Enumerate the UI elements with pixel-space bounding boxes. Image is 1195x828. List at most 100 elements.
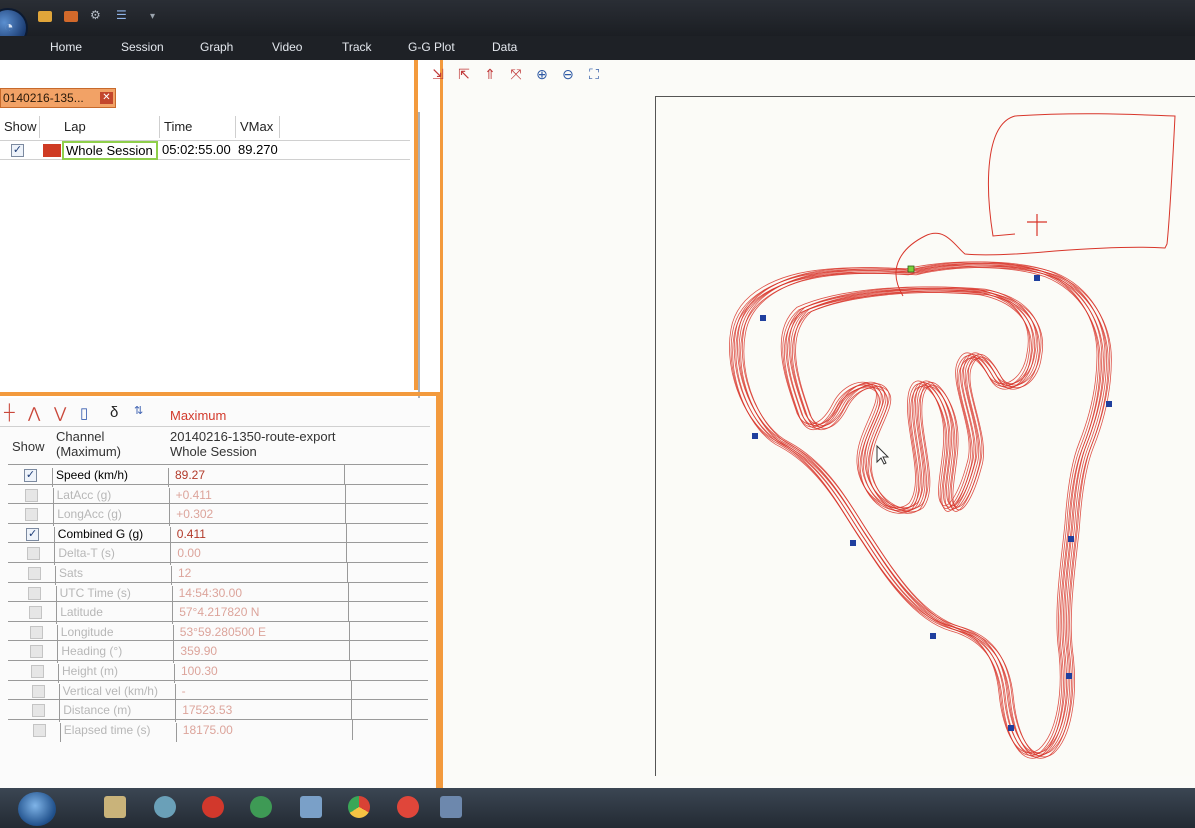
split-marker[interactable]	[1106, 401, 1112, 407]
channel-show-checkbox[interactable]	[29, 625, 43, 639]
zoom-out-icon[interactable]: ⊖	[559, 66, 577, 84]
session-tab[interactable]: 0140216-135... ✕	[0, 88, 116, 108]
channel-row-divider	[347, 582, 349, 603]
laps-col-lap[interactable]: Lap	[60, 116, 160, 138]
tab-graph[interactable]: Graph	[200, 40, 233, 54]
statistic-mode-label[interactable]: Maximum	[170, 408, 226, 423]
split-marker[interactable]	[1008, 725, 1014, 731]
channel-show-checkbox[interactable]	[25, 508, 39, 522]
tab-track[interactable]: Track	[342, 40, 372, 54]
channel-row[interactable]: ✓ Speed (km/h) 89.27	[8, 464, 428, 487]
channel-show-checkbox[interactable]	[26, 547, 40, 561]
channel-show-checkbox[interactable]: ✓	[24, 469, 37, 482]
zoom-in-icon[interactable]: ⊕	[533, 66, 551, 84]
channel-show-checkbox[interactable]	[27, 567, 41, 580]
delta-icon[interactable]: δ	[110, 404, 118, 421]
max-icon[interactable]: ⋀	[28, 404, 40, 422]
split-marker[interactable]	[1034, 275, 1040, 281]
chrome-icon[interactable]	[348, 796, 370, 818]
channel-row[interactable]: Vertical vel (km/h) -	[8, 679, 428, 703]
channel-row[interactable]: LatAcc (g) +0.411	[8, 483, 428, 507]
explorer-icon[interactable]	[104, 796, 126, 818]
close-icon[interactable]: ✕	[100, 92, 113, 104]
lap-vmax: 89.270	[238, 142, 278, 157]
split-marker[interactable]	[850, 540, 856, 546]
range-icon[interactable]: ▯	[80, 404, 88, 422]
split-right-icon[interactable]: ⇱	[455, 66, 473, 84]
open-folder-icon[interactable]	[38, 11, 52, 22]
channel-show-checkbox[interactable]	[31, 665, 44, 678]
laps-col-vmax[interactable]: VMax	[236, 116, 280, 138]
track-map[interactable]	[655, 96, 1195, 776]
customize-toolbar-icon[interactable]: ▾	[150, 11, 164, 22]
channel-row[interactable]: ✓ Combined G (g) 0.411	[8, 522, 428, 546]
taskbar	[0, 788, 1195, 828]
race-icon[interactable]	[300, 796, 322, 818]
channel-show-checkbox[interactable]	[30, 645, 44, 659]
split-marker[interactable]	[760, 315, 766, 321]
lap-name[interactable]: Whole Session	[62, 141, 158, 160]
tab-video[interactable]: Video	[272, 40, 302, 54]
channel-show-checkbox[interactable]	[32, 704, 46, 718]
opera-icon[interactable]	[202, 796, 224, 818]
channel-row[interactable]: Height (m) 100.30	[8, 660, 428, 683]
channel-row-divider	[348, 621, 350, 642]
split-marker[interactable]	[752, 433, 758, 439]
track-laps	[729, 261, 1112, 759]
channel-row[interactable]: Sats 12	[8, 562, 428, 585]
tab-home[interactable]: Home	[50, 40, 82, 54]
split-marker[interactable]	[1068, 536, 1074, 542]
channel-row[interactable]: Longitude 53°59.280500 E	[8, 620, 428, 644]
channel-show-checkbox[interactable]	[31, 684, 45, 698]
split-left-icon[interactable]: ⇲	[429, 66, 447, 84]
channel-row[interactable]: Latitude 57°4.217820 N	[8, 601, 428, 625]
tab-session[interactable]: Session	[121, 40, 164, 54]
mouse-cursor-icon	[876, 444, 890, 465]
channel-row-divider	[350, 661, 351, 681]
cursor-icon[interactable]: ┼	[4, 404, 15, 421]
splitter-horizontal[interactable]	[0, 392, 440, 396]
channel-show-checkbox[interactable]	[28, 586, 42, 600]
channel-row[interactable]: Heading (°) 359.90	[8, 640, 428, 664]
start-button[interactable]	[18, 792, 56, 826]
channel-show-checkbox[interactable]: ✓	[26, 527, 40, 541]
tab-data[interactable]: Data	[492, 40, 517, 54]
network-icon[interactable]	[154, 796, 176, 818]
channel-row[interactable]: Distance (m) 17523.53	[8, 699, 428, 723]
splitter-vertical[interactable]	[414, 60, 418, 390]
channel-row-divider	[351, 700, 353, 721]
split-remove-icon[interactable]: ⤧	[507, 66, 525, 84]
laps-col-time[interactable]: Time	[160, 116, 236, 138]
save-icon[interactable]	[64, 11, 78, 22]
lap-time: 05:02:55.00	[162, 142, 231, 157]
channel-show-checkbox[interactable]	[33, 723, 47, 737]
table-row[interactable]: ✓ Whole Session 05:02:55.00 89.270	[0, 140, 410, 160]
channel-row-divider	[345, 504, 347, 525]
channel-row[interactable]: LongAcc (g) +0.302	[8, 503, 428, 527]
app-window: ◔ ⚙ ☰ ▾ Home Session Graph Video Track G…	[0, 0, 1195, 828]
channel-show-checkbox[interactable]	[24, 488, 38, 502]
lap-trace	[741, 262, 1111, 755]
split-up-icon[interactable]: ⇑	[481, 66, 499, 84]
channel-row[interactable]: Delta-T (s) 0.00	[8, 542, 428, 566]
lap-color-swatch[interactable]	[43, 144, 61, 157]
list-icon[interactable]: ☰	[116, 8, 130, 22]
split-marker[interactable]	[1066, 673, 1072, 679]
lap-show-checkbox[interactable]: ✓	[11, 144, 24, 157]
laps-col-show[interactable]: Show	[0, 116, 40, 138]
split-marker[interactable]	[930, 633, 936, 639]
opera-red-icon[interactable]	[397, 796, 419, 818]
zoom-fit-icon[interactable]: ⛶	[585, 66, 603, 84]
channel-row[interactable]: Elapsed time (s) 18175.00	[8, 718, 428, 742]
race-logger-icon[interactable]	[440, 796, 462, 818]
channel-show-checkbox[interactable]	[28, 606, 42, 620]
app-logo-icon: ◔	[4, 19, 14, 36]
min-icon[interactable]: ⋁	[54, 404, 66, 422]
start-finish-marker[interactable]	[907, 265, 915, 273]
browser-icon[interactable]	[250, 796, 272, 818]
settings-icon[interactable]: ⚙	[90, 8, 104, 22]
channel-row[interactable]: UTC Time (s) 14:54:30.00	[8, 581, 428, 605]
tab-gg-plot[interactable]: G-G Plot	[408, 40, 455, 54]
delta-value-icon[interactable]: ⇅	[134, 404, 143, 417]
channels-panel: ┼ ⋀ ⋁ ▯ δ ⇅ Maximum Show Channel (Maximu…	[0, 398, 436, 788]
